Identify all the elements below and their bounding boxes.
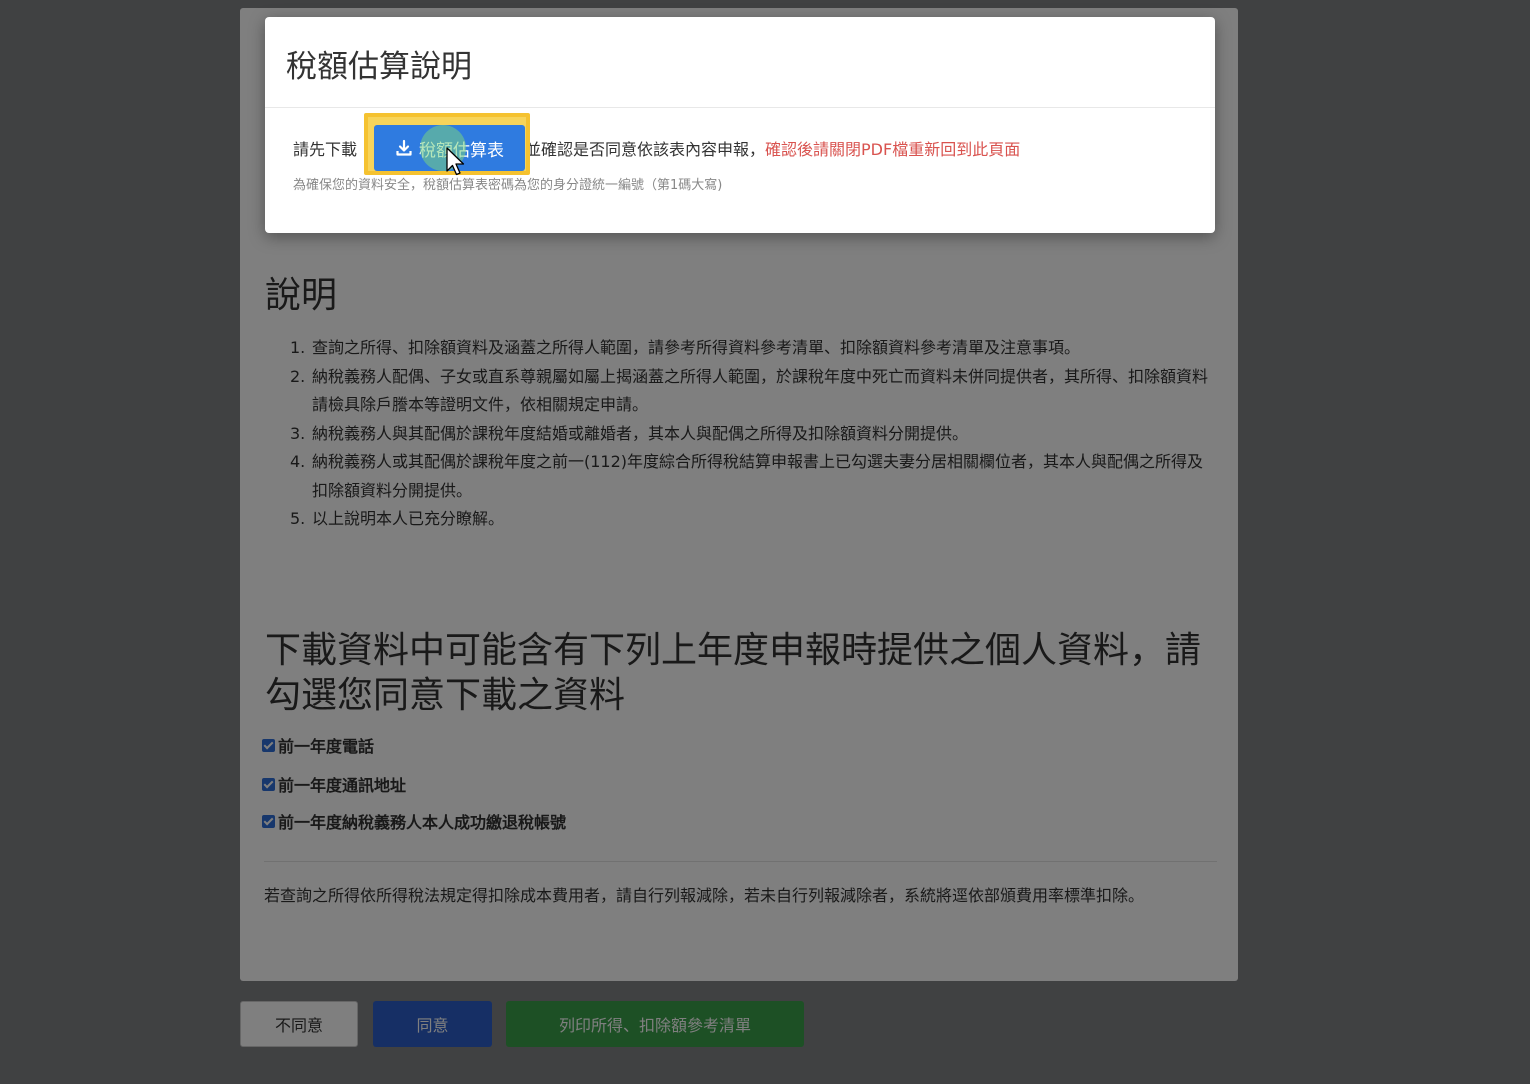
password-hint: 為確保您的資料安全，稅額估算表密碼為您的身分證統一編號（第1碼大寫): [293, 178, 723, 193]
download-icon: [396, 139, 412, 156]
instruction-prefix: 請先下載: [293, 140, 358, 159]
modal-header: 稅額估算說明: [265, 17, 1215, 108]
download-button-label: 稅額估算表: [419, 140, 504, 161]
tax-estimate-modal: 稅額估算說明 請先下載 並確認是否同意依該表內容申報，確認後請關閉PDF檔重新回到…: [265, 17, 1215, 233]
instruction-middle: 並確認是否同意依該表內容申報，: [525, 140, 766, 159]
download-tax-estimate-button[interactable]: 稅額估算表: [374, 125, 525, 171]
instruction-warning: 確認後請關閉PDF檔重新回到此頁面: [765, 140, 1021, 159]
modal-title: 稅額估算說明: [286, 49, 472, 85]
